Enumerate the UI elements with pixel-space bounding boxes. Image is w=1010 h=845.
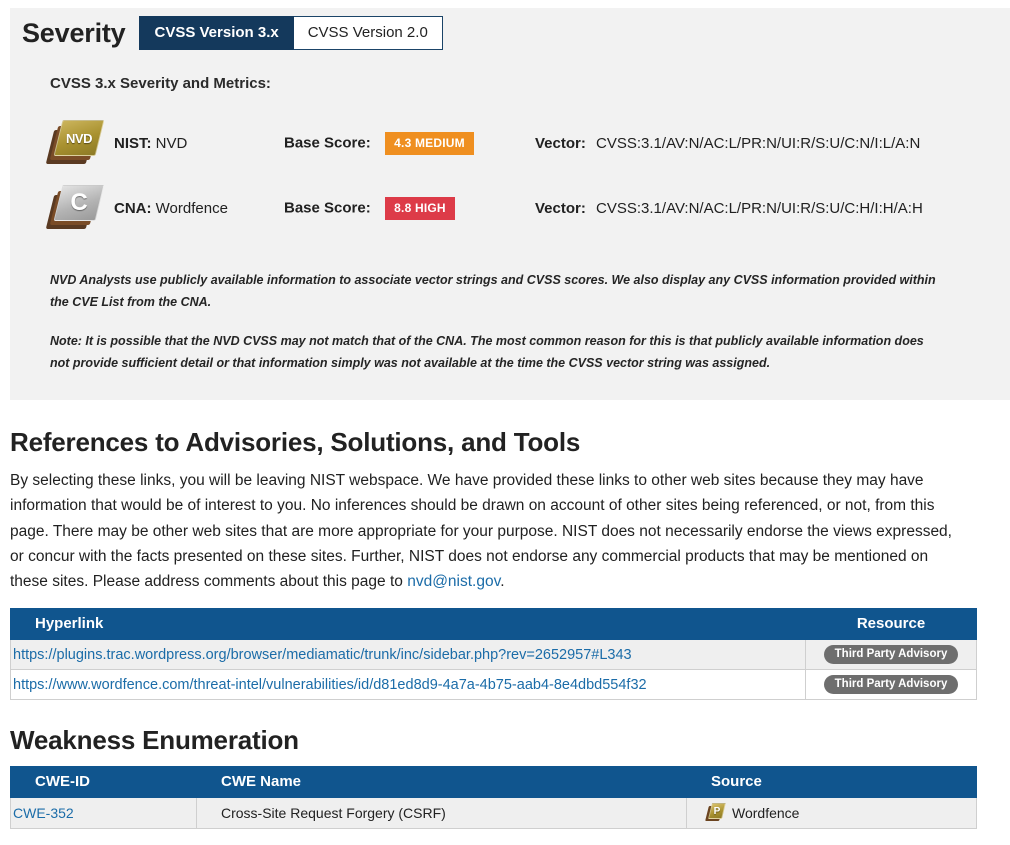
vector-label-nist: Vector: [535, 135, 586, 152]
cwe-source-label: Wordfence [732, 805, 799, 821]
severity-panel: Severity CVSS Version 3.x CVSS Version 2… [10, 8, 1010, 400]
page-title: Severity [22, 18, 125, 49]
reference-resource-cell: Third Party Advisory [806, 670, 977, 700]
weakness-table-header-row: CWE-ID CWE Name Source [11, 767, 977, 798]
severity-header: Severity CVSS Version 3.x CVSS Version 2… [22, 16, 443, 50]
source-nist-label: NIST: [114, 135, 152, 152]
cwe-source-cell: P Wordfence [687, 798, 977, 829]
vector-value-nist[interactable]: CVSS:3.1/AV:N/AC:L/PR:N/UI:R/S:U/C:N/I:L… [596, 135, 920, 152]
severity-note-mismatch: Note: It is possible that the NVD CVSS m… [50, 331, 940, 375]
vector-value-cna[interactable]: CVSS:3.1/AV:N/AC:L/PR:N/UI:R/S:U/C:H/I:H… [596, 200, 923, 217]
table-row: CWE-352 Cross-Site Request Forgery (CSRF… [11, 798, 977, 829]
base-score-badge-nist[interactable]: 4.3 MEDIUM [385, 132, 474, 155]
wordfence-book-icon-glyph: P [710, 803, 724, 819]
cna-book-icon: C [50, 183, 104, 233]
severity-note-analysts: NVD Analysts use publicly available info… [50, 270, 940, 314]
column-header-source: Source [687, 767, 977, 798]
base-score-group-nist: Base Score: 4.3 MEDIUM [284, 132, 474, 155]
vector-group-nist: Vector: CVSS:3.1/AV:N/AC:L/PR:N/UI:R/S:U… [535, 135, 920, 152]
reference-resource-cell: Third Party Advisory [806, 640, 977, 670]
cwe-name-cell: Cross-Site Request Forgery (CSRF) [197, 798, 687, 829]
column-header-resource: Resource [806, 609, 977, 640]
column-header-hyperlink: Hyperlink [11, 609, 806, 640]
metrics-label: CVSS 3.x Severity and Metrics: [50, 75, 271, 92]
nvd-book-icon: NVD [50, 118, 104, 168]
column-header-cwe-id: CWE-ID [11, 767, 197, 798]
vector-label-cna: Vector: [535, 200, 586, 217]
vector-group-cna: Vector: CVSS:3.1/AV:N/AC:L/PR:N/UI:R/S:U… [535, 200, 923, 217]
base-score-label-nist: Base Score: [284, 134, 371, 151]
source-nist: NIST: NVD [114, 135, 284, 152]
reference-link[interactable]: https://www.wordfence.com/threat-intel/v… [13, 677, 647, 693]
tab-cvss-v3[interactable]: CVSS Version 3.x [139, 16, 293, 50]
tab-cvss-v2[interactable]: CVSS Version 2.0 [294, 16, 443, 50]
reference-link[interactable]: https://plugins.trac.wordpress.org/brows… [13, 647, 632, 663]
references-table: Hyperlink Resource https://plugins.trac.… [10, 608, 977, 700]
base-score-group-cna: Base Score: 8.8 HIGH [284, 197, 455, 220]
severity-row-nist: NVD NIST: NVD Base Score: 4.3 MEDIUM Vec… [50, 116, 970, 170]
weakness-table: CWE-ID CWE Name Source CWE-352 Cross-Sit… [10, 766, 977, 829]
resource-tag: Third Party Advisory [824, 645, 959, 664]
cna-book-icon-glyph: C [58, 185, 100, 221]
table-row: https://plugins.trac.wordpress.org/brows… [11, 640, 977, 670]
references-table-header-row: Hyperlink Resource [11, 609, 977, 640]
base-score-badge-cna[interactable]: 8.8 HIGH [385, 197, 455, 220]
cwe-id-cell: CWE-352 [11, 798, 197, 829]
column-header-cwe-name: CWE Name [197, 767, 687, 798]
cwe-id-link[interactable]: CWE-352 [13, 805, 74, 821]
references-title: References to Advisories, Solutions, and… [10, 427, 580, 458]
reference-hyperlink-cell: https://www.wordfence.com/threat-intel/v… [11, 670, 806, 700]
wordfence-book-icon: P [707, 803, 725, 822]
reference-hyperlink-cell: https://plugins.trac.wordpress.org/brows… [11, 640, 806, 670]
source-cna: CNA: Wordfence [114, 200, 284, 217]
source-cna-label: CNA: [114, 200, 152, 217]
severity-row-cna: C CNA: Wordfence Base Score: 8.8 HIGH Ve… [50, 181, 970, 235]
nvd-contact-email-link[interactable]: nvd@nist.gov [407, 573, 500, 590]
source-cna-value: Wordfence [156, 200, 228, 217]
cvss-version-tabs: CVSS Version 3.x CVSS Version 2.0 [139, 16, 442, 50]
weakness-enumeration-title: Weakness Enumeration [10, 725, 299, 756]
nvd-book-icon-glyph: NVD [58, 120, 100, 156]
references-paragraph-end: . [500, 573, 504, 590]
table-row: https://www.wordfence.com/threat-intel/v… [11, 670, 977, 700]
source-nist-value: NVD [156, 135, 188, 152]
base-score-label-cna: Base Score: [284, 199, 371, 216]
resource-tag: Third Party Advisory [824, 675, 959, 694]
references-paragraph: By selecting these links, you will be le… [10, 468, 970, 594]
